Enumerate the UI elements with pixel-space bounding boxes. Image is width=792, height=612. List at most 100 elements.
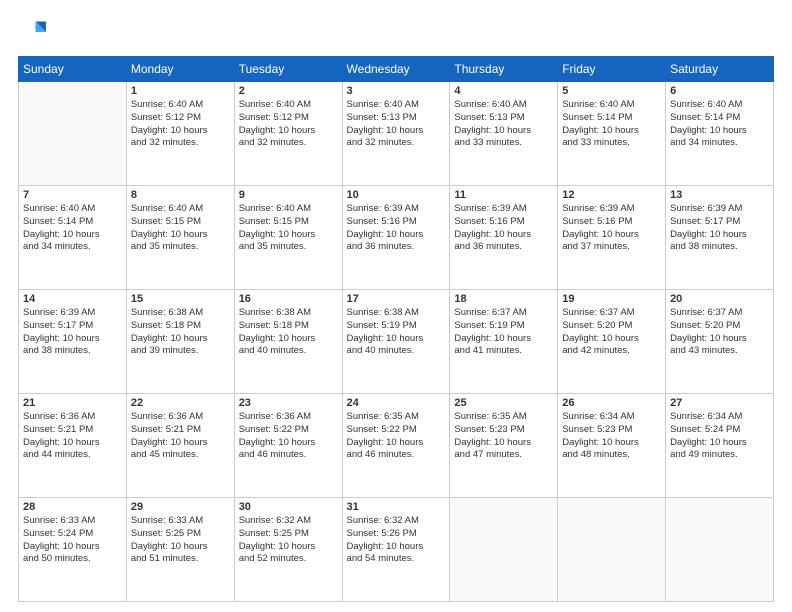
cell-info: Sunrise: 6:40 AM Sunset: 5:12 PM Dayligh… [131,99,230,150]
cell-day-number: 2 [239,85,338,97]
cell-day-number: 14 [23,293,122,305]
calendar-cell: 3 Sunrise: 6:40 AM Sunset: 5:13 PM Daylig… [342,82,450,186]
cell-day-number: 29 [131,501,230,513]
cell-info: Sunrise: 6:32 AM Sunset: 5:25 PM Dayligh… [239,515,338,566]
logo [18,18,50,46]
calendar-cell: 12Sunrise: 6:39 AM Sunset: 5:16 PM Dayli… [558,186,666,290]
weekday-header: Thursday [450,57,558,82]
cell-info: Sunrise: 6:39 AM Sunset: 5:16 PM Dayligh… [347,203,446,254]
cell-day-number: 19 [562,293,661,305]
cell-info: Sunrise: 6:40 AM Sunset: 5:13 PM Dayligh… [347,99,446,150]
calendar-cell: 29 Sunrise: 6:33 AM Sunset: 5:25 PM Dayli… [126,498,234,602]
cell-info: Sunrise: 6:40 AM Sunset: 5:12 PM Dayligh… [239,99,338,150]
calendar-cell: 23Sunrise: 6:36 AM Sunset: 5:22 PM Dayli… [234,394,342,498]
calendar-table: SundayMondayTuesdayWednesdayThursdayFrid… [18,56,774,602]
cell-info: Sunrise: 6:33 AM Sunset: 5:24 PM Dayligh… [23,515,122,566]
weekday-header: Friday [558,57,666,82]
calendar-cell: 16 Sunrise: 6:38 AM Sunset: 5:18 PM Dayli… [234,290,342,394]
cell-day-number: 1 [131,85,230,97]
cell-day-number: 13 [670,189,769,201]
weekday-header: Saturday [666,57,774,82]
cell-info: Sunrise: 6:36 AM Sunset: 5:21 PM Dayligh… [23,411,122,462]
cell-day-number: 21 [23,397,122,409]
calendar-week-row: 14 Sunrise: 6:39 AM Sunset: 5:17 PM Dayli… [19,290,774,394]
cell-info: Sunrise: 6:37 AM Sunset: 5:19 PM Dayligh… [454,307,553,358]
weekday-header: Sunday [19,57,127,82]
calendar-header-row: SundayMondayTuesdayWednesdayThursdayFrid… [19,57,774,82]
calendar-cell: 28 Sunrise: 6:33 AM Sunset: 5:24 PM Dayli… [19,498,127,602]
calendar-week-row: 21 Sunrise: 6:36 AM Sunset: 5:21 PM Dayli… [19,394,774,498]
cell-info: Sunrise: 6:40 AM Sunset: 5:14 PM Dayligh… [670,99,769,150]
cell-day-number: 31 [347,501,446,513]
cell-day-number: 6 [670,85,769,97]
cell-day-number: 16 [239,293,338,305]
cell-info: Sunrise: 6:35 AM Sunset: 5:23 PM Dayligh… [454,411,553,462]
logo-icon [18,18,46,46]
calendar-cell [19,82,127,186]
cell-day-number: 30 [239,501,338,513]
cell-day-number: 25 [454,397,553,409]
cell-info: Sunrise: 6:38 AM Sunset: 5:19 PM Dayligh… [347,307,446,358]
cell-info: Sunrise: 6:38 AM Sunset: 5:18 PM Dayligh… [131,307,230,358]
cell-day-number: 18 [454,293,553,305]
calendar-cell: 18 Sunrise: 6:37 AM Sunset: 5:19 PM Dayli… [450,290,558,394]
calendar-cell: 6 Sunrise: 6:40 AM Sunset: 5:14 PM Daylig… [666,82,774,186]
calendar-cell: 5Sunrise: 6:40 AM Sunset: 5:14 PM Daylig… [558,82,666,186]
weekday-header: Wednesday [342,57,450,82]
cell-info: Sunrise: 6:37 AM Sunset: 5:20 PM Dayligh… [670,307,769,358]
cell-info: Sunrise: 6:40 AM Sunset: 5:15 PM Dayligh… [131,203,230,254]
calendar-cell [450,498,558,602]
cell-day-number: 3 [347,85,446,97]
cell-info: Sunrise: 6:32 AM Sunset: 5:26 PM Dayligh… [347,515,446,566]
cell-day-number: 27 [670,397,769,409]
calendar-cell: 17 Sunrise: 6:38 AM Sunset: 5:19 PM Dayli… [342,290,450,394]
cell-info: Sunrise: 6:40 AM Sunset: 5:14 PM Dayligh… [562,99,661,150]
calendar-cell: 20 Sunrise: 6:37 AM Sunset: 5:20 PM Dayli… [666,290,774,394]
cell-info: Sunrise: 6:40 AM Sunset: 5:15 PM Dayligh… [239,203,338,254]
calendar-cell: 26 Sunrise: 6:34 AM Sunset: 5:23 PM Dayli… [558,394,666,498]
cell-day-number: 11 [454,189,553,201]
cell-day-number: 22 [131,397,230,409]
weekday-header: Monday [126,57,234,82]
cell-info: Sunrise: 6:34 AM Sunset: 5:23 PM Dayligh… [562,411,661,462]
cell-info: Sunrise: 6:35 AM Sunset: 5:22 PM Dayligh… [347,411,446,462]
cell-info: Sunrise: 6:39 AM Sunset: 5:17 PM Dayligh… [670,203,769,254]
cell-info: Sunrise: 6:40 AM Sunset: 5:14 PM Dayligh… [23,203,122,254]
calendar-cell: 13 Sunrise: 6:39 AM Sunset: 5:17 PM Dayli… [666,186,774,290]
calendar-cell: 11Sunrise: 6:39 AM Sunset: 5:16 PM Dayli… [450,186,558,290]
calendar-cell: 21 Sunrise: 6:36 AM Sunset: 5:21 PM Dayli… [19,394,127,498]
cell-day-number: 20 [670,293,769,305]
cell-info: Sunrise: 6:38 AM Sunset: 5:18 PM Dayligh… [239,307,338,358]
cell-day-number: 26 [562,397,661,409]
cell-day-number: 24 [347,397,446,409]
cell-day-number: 28 [23,501,122,513]
cell-day-number: 7 [23,189,122,201]
cell-info: Sunrise: 6:33 AM Sunset: 5:25 PM Dayligh… [131,515,230,566]
calendar-cell: 10 Sunrise: 6:39 AM Sunset: 5:16 PM Dayli… [342,186,450,290]
cell-day-number: 10 [347,189,446,201]
cell-info: Sunrise: 6:39 AM Sunset: 5:17 PM Dayligh… [23,307,122,358]
calendar-cell: 31 Sunrise: 6:32 AM Sunset: 5:26 PM Dayli… [342,498,450,602]
header [18,18,774,46]
weekday-header: Tuesday [234,57,342,82]
cell-day-number: 15 [131,293,230,305]
calendar-week-row: 1 Sunrise: 6:40 AM Sunset: 5:12 PM Daylig… [19,82,774,186]
cell-info: Sunrise: 6:40 AM Sunset: 5:13 PM Dayligh… [454,99,553,150]
cell-day-number: 4 [454,85,553,97]
cell-info: Sunrise: 6:36 AM Sunset: 5:21 PM Dayligh… [131,411,230,462]
calendar-cell: 1 Sunrise: 6:40 AM Sunset: 5:12 PM Daylig… [126,82,234,186]
cell-day-number: 8 [131,189,230,201]
calendar-cell: 24 Sunrise: 6:35 AM Sunset: 5:22 PM Dayli… [342,394,450,498]
cell-day-number: 17 [347,293,446,305]
calendar-week-row: 7 Sunrise: 6:40 AM Sunset: 5:14 PM Daylig… [19,186,774,290]
calendar-cell [666,498,774,602]
calendar-cell: 19Sunrise: 6:37 AM Sunset: 5:20 PM Dayli… [558,290,666,394]
calendar-cell: 30 Sunrise: 6:32 AM Sunset: 5:25 PM Dayli… [234,498,342,602]
cell-day-number: 9 [239,189,338,201]
calendar-cell: 25 Sunrise: 6:35 AM Sunset: 5:23 PM Dayli… [450,394,558,498]
calendar-cell: 14 Sunrise: 6:39 AM Sunset: 5:17 PM Dayli… [19,290,127,394]
cell-info: Sunrise: 6:39 AM Sunset: 5:16 PM Dayligh… [562,203,661,254]
cell-info: Sunrise: 6:34 AM Sunset: 5:24 PM Dayligh… [670,411,769,462]
calendar-cell: 27 Sunrise: 6:34 AM Sunset: 5:24 PM Dayli… [666,394,774,498]
calendar-cell: 4 Sunrise: 6:40 AM Sunset: 5:13 PM Daylig… [450,82,558,186]
